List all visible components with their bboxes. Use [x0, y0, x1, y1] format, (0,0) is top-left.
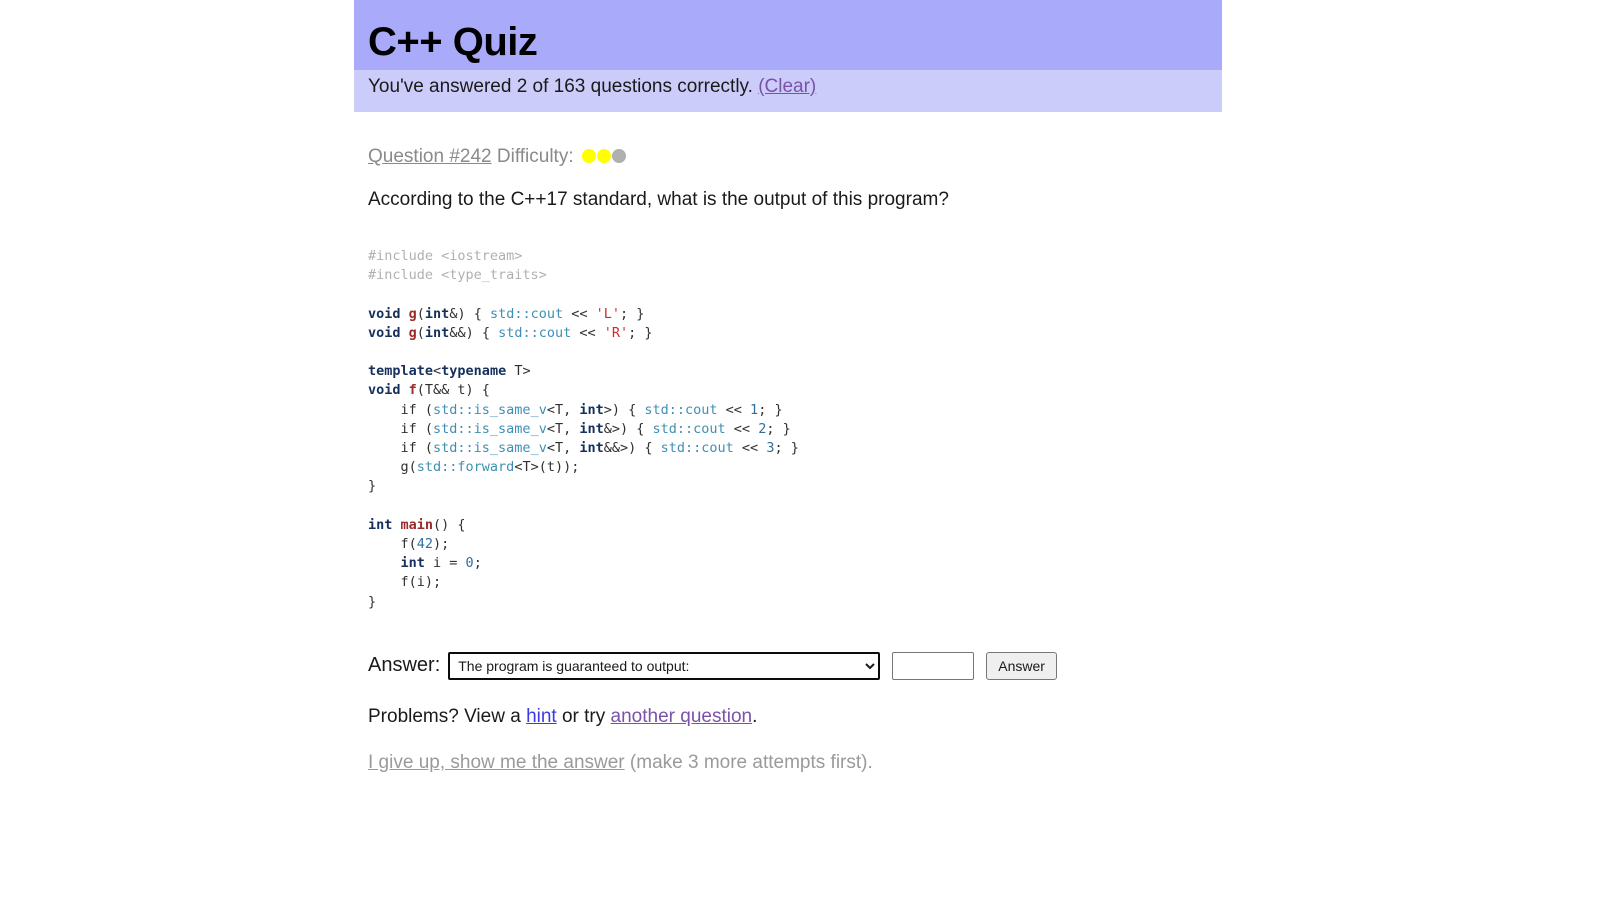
code-token: if (	[368, 401, 434, 418]
difficulty-label: Difficulty:	[496, 146, 574, 167]
code-token: void	[368, 382, 409, 399]
answer-select[interactable]: The program is guaranteed to output:	[448, 651, 881, 680]
code-token: &&) {	[449, 324, 499, 341]
code-token: ; }	[620, 305, 645, 322]
code-token: () {	[433, 516, 466, 533]
difficulty-dot	[611, 149, 626, 163]
code-token: f	[408, 382, 417, 399]
clear-link[interactable]: (Clear)	[758, 76, 816, 97]
status-bar: You've answered 2 of 163 questions corre…	[354, 70, 1222, 112]
code-token: (	[416, 324, 425, 341]
code-token: );	[433, 536, 450, 553]
code-token: #include <iostream>	[368, 248, 523, 264]
code-token: <<	[725, 420, 759, 437]
problems-line: Problems? View a hint or try another que…	[368, 706, 1222, 728]
problems-suffix: .	[752, 705, 758, 727]
code-token: void	[368, 305, 409, 322]
code-token: #include <type_traits>	[368, 267, 547, 284]
difficulty-dot	[581, 149, 596, 163]
code-token: <	[433, 363, 442, 380]
code-token: f(i);	[368, 574, 442, 591]
difficulty-dot	[596, 149, 611, 163]
code-token: std::is_same_v	[433, 401, 547, 418]
answer-label: Answer:	[368, 654, 441, 677]
code-token: int	[579, 401, 604, 418]
giveup-line: I give up, show me the answer (make 3 mo…	[368, 752, 1222, 774]
code-token: g	[408, 324, 417, 341]
code-token: <<	[717, 401, 751, 418]
hint-link[interactable]: hint	[526, 706, 557, 727]
code-token: <T>(t));	[514, 459, 580, 476]
code-token: main	[400, 516, 434, 533]
code-token: ; }	[758, 401, 783, 418]
code-token: ; }	[774, 440, 799, 457]
question-number-link[interactable]: Question #242	[368, 146, 492, 167]
code-token: int	[579, 440, 604, 457]
code-token: void	[368, 324, 409, 341]
answer-row: Answer: The program is guaranteed to out…	[368, 651, 1222, 680]
code-token: f(	[368, 536, 417, 553]
code-token: std::is_same_v	[433, 440, 547, 457]
code-token: i =	[424, 555, 466, 572]
code-token: typename	[441, 363, 507, 380]
code-token: std::cout	[489, 305, 564, 322]
code-token: <<	[733, 440, 767, 457]
code-token: g	[408, 305, 417, 322]
quiz-page: C++ Quiz You've answered 2 of 163 questi…	[354, 0, 1222, 774]
code-token: int	[400, 555, 425, 572]
code-token: ;	[473, 555, 482, 572]
question-meta: Question #242 Difficulty:	[368, 146, 1222, 169]
code-token: g(	[368, 459, 417, 476]
code-token: int	[579, 420, 604, 437]
question-prompt: According to the C++17 standard, what is…	[368, 189, 949, 210]
score-text: You've answered 2 of 163 questions corre…	[368, 76, 753, 97]
code-token: (T&& t) {	[416, 382, 490, 399]
code-token: &&>) {	[603, 440, 661, 457]
difficulty-rating	[581, 147, 627, 169]
code-token: (	[416, 305, 425, 322]
code-token: int	[424, 305, 450, 322]
code-token: std::cout	[498, 324, 572, 341]
code-token: int	[368, 516, 401, 533]
code-token: std::is_same_v	[433, 420, 547, 437]
code-token: >) {	[603, 401, 645, 418]
code-token: if (	[368, 440, 434, 457]
code-token: <T,	[546, 440, 580, 457]
give-up-link[interactable]: I give up, show me the answer	[368, 752, 625, 773]
code-token: int	[424, 324, 450, 341]
code-token: if (	[368, 420, 434, 437]
code-token: std::forward	[416, 459, 515, 476]
code-token: T>	[506, 363, 531, 380]
code-token: <<	[563, 305, 596, 322]
code-token: std::cout	[652, 420, 726, 437]
code-token: &>) {	[603, 420, 653, 437]
code-token: 42	[416, 536, 434, 553]
code-token: 0	[465, 555, 474, 572]
title-bar: C++ Quiz	[354, 0, 1222, 70]
another-question-link[interactable]: another question	[611, 706, 753, 727]
code-token: }	[368, 478, 377, 495]
code-snippet: #include <iostream> #include <type_trait…	[368, 247, 1222, 612]
code-token: 1	[750, 401, 759, 418]
answer-submit-button[interactable]: Answer	[986, 651, 1057, 680]
code-token: std::cout	[660, 440, 734, 457]
code-token: &) {	[449, 305, 490, 322]
problems-prefix: Problems? View a	[368, 705, 521, 727]
code-token: 'L'	[595, 305, 621, 322]
giveup-note: (make 3 more attempts first).	[629, 751, 873, 773]
code-token: }	[368, 593, 377, 610]
answer-input[interactable]	[892, 651, 975, 680]
page-title: C++ Quiz	[368, 20, 538, 64]
code-token: <<	[571, 324, 604, 341]
code-token: template	[368, 363, 434, 380]
code-token: ; }	[766, 420, 791, 437]
code-token: ; }	[628, 324, 653, 341]
code-token: <T,	[546, 401, 580, 418]
code-token: std::cout	[644, 401, 718, 418]
code-token: 'R'	[603, 324, 629, 341]
code-token: <T,	[546, 420, 580, 437]
problems-middle: or try	[561, 705, 606, 727]
